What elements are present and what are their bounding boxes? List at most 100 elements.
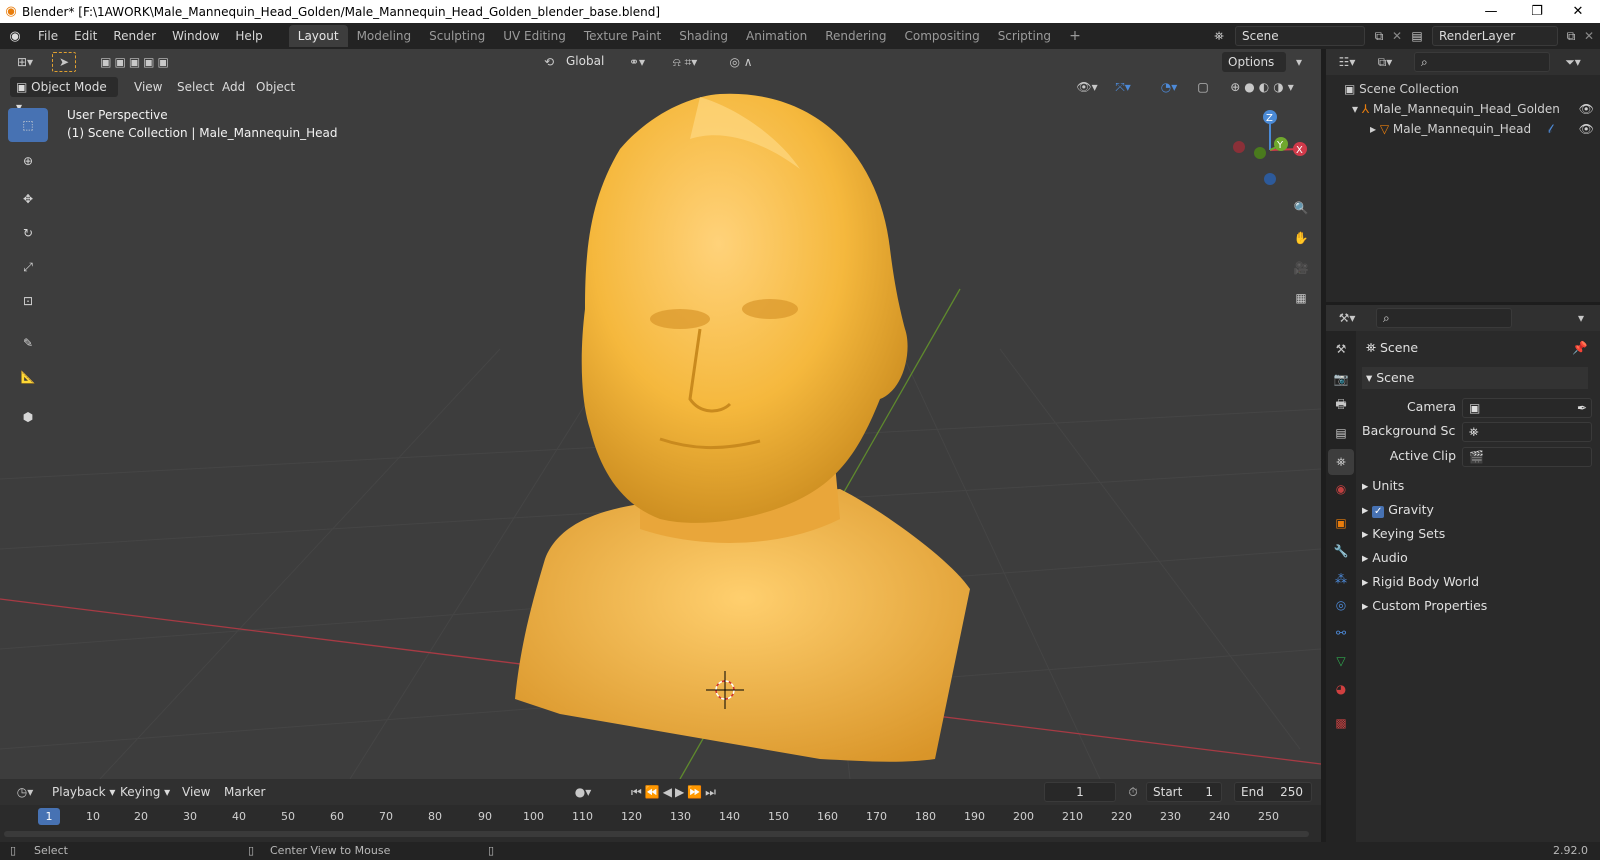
- minimize-button[interactable]: —: [1468, 0, 1514, 23]
- 3d-viewport[interactable]: Z X Y: [0, 49, 1321, 779]
- eyedropper-icon[interactable]: ✒: [1577, 399, 1587, 417]
- menu-help[interactable]: Help: [227, 25, 270, 47]
- menu-select[interactable]: Select: [171, 77, 220, 97]
- output-tab-icon[interactable]: 🖶: [1330, 395, 1352, 415]
- tab-modeling[interactable]: Modeling: [348, 25, 421, 47]
- start-frame-field[interactable]: Start 1: [1146, 782, 1222, 802]
- menu-window[interactable]: Window: [164, 25, 227, 47]
- tab-animation[interactable]: Animation: [737, 25, 816, 47]
- pin-icon[interactable]: 📌: [1572, 337, 1588, 359]
- expand-arrow-icon[interactable]: ▾: [1352, 102, 1362, 116]
- tool-move-icon[interactable]: ✥: [8, 182, 48, 216]
- view-layer-tab-icon[interactable]: ▤: [1330, 423, 1352, 443]
- menu-file[interactable]: File: [30, 25, 66, 47]
- physics-tab-icon[interactable]: ◎: [1330, 595, 1352, 615]
- subpanel-keying-sets[interactable]: ▸ Keying Sets: [1362, 523, 1588, 545]
- scene-panel-header[interactable]: ▾ Scene: [1362, 367, 1588, 389]
- menu-timeline-view[interactable]: View: [176, 782, 216, 802]
- display-mode-icon[interactable]: ⧉▾: [1370, 52, 1400, 72]
- tool-scale-icon[interactable]: ⤢: [8, 250, 48, 284]
- viewport-canvas[interactable]: Z X Y: [0, 49, 1321, 779]
- tool-measure-icon[interactable]: 📐: [8, 360, 48, 394]
- visibility-icon[interactable]: 👁▾: [1072, 77, 1102, 97]
- select-tool-icon[interactable]: ➤: [52, 52, 76, 72]
- gizmo-toggle-icon[interactable]: ⤧▾: [1106, 77, 1140, 97]
- tab-compositing[interactable]: Compositing: [895, 25, 988, 47]
- subpanel-rigid-body-world[interactable]: ▸ Rigid Body World: [1362, 571, 1588, 593]
- end-frame-field[interactable]: End 250: [1234, 782, 1312, 802]
- tab-sculpting[interactable]: Sculpting: [420, 25, 494, 47]
- close-button[interactable]: ✕: [1556, 0, 1600, 23]
- timeline-editor-type-icon[interactable]: ◷▾: [10, 782, 40, 802]
- current-frame-field[interactable]: 1: [1044, 782, 1116, 802]
- add-workspace-button[interactable]: +: [1060, 25, 1090, 47]
- tool-cursor-icon[interactable]: ⊕: [8, 144, 48, 178]
- modifier-tab-icon[interactable]: 🔧: [1330, 541, 1352, 561]
- subpanel-audio[interactable]: ▸ Audio: [1362, 547, 1588, 569]
- mode-dropdown[interactable]: ▣ Object Mode ▾: [10, 77, 118, 114]
- blender-menu-icon[interactable]: ◉: [0, 29, 30, 44]
- menu-add[interactable]: Add: [216, 77, 251, 97]
- viewlayer-browse-icon[interactable]: ▤: [1406, 26, 1428, 46]
- tab-rendering[interactable]: Rendering: [816, 25, 895, 47]
- properties-search-input[interactable]: ⌕: [1376, 308, 1512, 328]
- eye-icon[interactable]: 👁: [1579, 119, 1594, 139]
- outliner-editor-type-icon[interactable]: ☷▾: [1332, 52, 1362, 72]
- scene-browse-icon[interactable]: ⛯: [1208, 26, 1230, 46]
- menu-keying[interactable]: Keying ▾: [114, 782, 176, 802]
- subpanel-gravity[interactable]: ▸ ✓ Gravity: [1362, 499, 1588, 521]
- selection-mode-icons[interactable]: ▣▣▣▣▣: [88, 52, 184, 72]
- record-keyframe-icon[interactable]: ●▾: [568, 782, 598, 802]
- options-dropdown[interactable]: Options: [1222, 52, 1286, 72]
- editor-type-icon[interactable]: ⊞▾: [10, 52, 40, 72]
- menu-edit[interactable]: Edit: [66, 25, 105, 47]
- outliner-search-input[interactable]: ⌕: [1414, 52, 1550, 72]
- constraints-tab-icon[interactable]: ⚯: [1330, 623, 1352, 643]
- navigation-gizmo[interactable]: Z X Y: [1233, 110, 1307, 185]
- frame-ruler[interactable]: 1 10 20 30 40 50 60 70 80 90 100 110 120…: [0, 805, 1321, 829]
- shading-mode-icons[interactable]: ⊕●◐◑▾: [1218, 77, 1310, 97]
- object-tab-icon[interactable]: ▣: [1330, 513, 1352, 533]
- menu-playback[interactable]: Playback ▾: [46, 782, 121, 802]
- world-tab-icon[interactable]: ◉: [1330, 479, 1352, 499]
- orientation-icon[interactable]: ⟲: [538, 52, 560, 72]
- tab-texture-paint[interactable]: Texture Paint: [575, 25, 670, 47]
- eye-icon[interactable]: 👁: [1579, 99, 1594, 119]
- background-scene-field[interactable]: ⛯: [1462, 422, 1592, 442]
- maximize-button[interactable]: ❐: [1514, 0, 1560, 23]
- tab-shading[interactable]: Shading: [670, 25, 737, 47]
- tab-layout[interactable]: Layout: [288, 25, 348, 47]
- outliner-row-head[interactable]: ▸ ▽ Male_Mannequin_Head 𝓁 👁: [1370, 119, 1600, 139]
- scene-selector[interactable]: Scene: [1235, 26, 1365, 46]
- playback-controls-icons[interactable]: ⏮⏪◀▶⏩⏭: [614, 782, 736, 802]
- proportional-edit-icon[interactable]: ◎ ∧: [716, 52, 766, 72]
- remove-viewlayer-icon[interactable]: ✕: [1578, 26, 1600, 46]
- remove-scene-icon[interactable]: ✕: [1386, 26, 1408, 46]
- menu-render[interactable]: Render: [105, 25, 164, 47]
- properties-editor-type-icon[interactable]: ⚒▾: [1332, 308, 1362, 328]
- render-tab-icon[interactable]: 📷: [1330, 369, 1352, 389]
- camera-view-icon[interactable]: 🎥: [1288, 256, 1314, 280]
- timeline-editor[interactable]: ◷▾ Playback ▾ Keying ▾ View Marker ●▾ ⏮⏪…: [0, 779, 1321, 842]
- snapping-icon[interactable]: ⍾ ⌗▾: [660, 52, 710, 72]
- perspective-toggle-icon[interactable]: ▦: [1288, 286, 1314, 310]
- tab-scripting[interactable]: Scripting: [989, 25, 1060, 47]
- texture-tab-icon[interactable]: ▩: [1330, 713, 1352, 733]
- subpanel-units[interactable]: ▸ Units: [1362, 475, 1588, 497]
- filter-icon[interactable]: ⏷▾: [1558, 52, 1588, 72]
- xray-icon[interactable]: ▢: [1192, 77, 1214, 97]
- gravity-checkbox[interactable]: ✓: [1372, 506, 1385, 518]
- tool-tab-icon[interactable]: ⚒: [1330, 339, 1352, 359]
- current-frame-marker[interactable]: 1: [38, 808, 60, 825]
- tool-add-cube-icon[interactable]: ⬢: [8, 400, 48, 434]
- tab-uv-editing[interactable]: UV Editing: [494, 25, 575, 47]
- menu-view[interactable]: View: [128, 77, 168, 97]
- timeline-scrollbar[interactable]: [4, 831, 1309, 837]
- pan-hand-icon[interactable]: ✋: [1288, 226, 1314, 250]
- outliner-root-row[interactable]: ▣ Scene Collection: [1344, 79, 1459, 99]
- particles-tab-icon[interactable]: ⁂: [1330, 569, 1352, 589]
- active-clip-field[interactable]: 🎬: [1462, 447, 1592, 467]
- tool-transform-icon[interactable]: ⊡: [8, 284, 48, 318]
- menu-object[interactable]: Object: [250, 77, 301, 97]
- camera-field[interactable]: ▣ ✒: [1462, 398, 1592, 418]
